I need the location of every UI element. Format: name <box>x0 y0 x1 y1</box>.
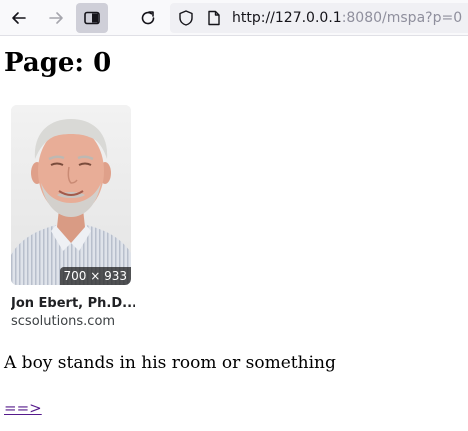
next-page-link[interactable]: ==> <box>4 398 42 418</box>
result-thumbnail[interactable]: 700 × 933 <box>11 105 131 285</box>
portrait-image <box>11 105 131 285</box>
shield-icon[interactable] <box>177 9 195 27</box>
back-button[interactable] <box>3 3 35 33</box>
reload-icon <box>141 11 155 25</box>
sidebar-toggle-button[interactable] <box>76 3 108 33</box>
forward-button[interactable] <box>40 3 72 33</box>
reload-button[interactable] <box>132 3 164 33</box>
page-caption: A boy stands in his room or something <box>4 353 336 373</box>
url-path: :8080/mspa?p=0 <box>341 10 463 26</box>
page-icon[interactable] <box>205 9 223 27</box>
page-title: Page: 0 <box>4 48 112 78</box>
arrow-right-icon <box>49 12 63 24</box>
result-title[interactable]: Jon Ebert, Ph.D.... <box>11 295 135 312</box>
url-text[interactable]: http://127.0.0.1:8080/mspa?p=0 <box>232 9 462 27</box>
image-dimensions-badge: 700 × 933 <box>59 267 131 285</box>
sidebar-icon <box>84 11 100 25</box>
image-result-card[interactable]: 700 × 933 Jon Ebert, Ph.D.... scsolution… <box>11 105 135 335</box>
address-bar[interactable]: http://127.0.0.1:8080/mspa?p=0 <box>170 3 468 33</box>
browser-toolbar: http://127.0.0.1:8080/mspa?p=0 <box>0 0 468 36</box>
arrow-left-icon <box>12 12 26 24</box>
result-source[interactable]: scsolutions.com <box>11 313 115 330</box>
url-host: http://127.0.0.1 <box>232 10 342 26</box>
